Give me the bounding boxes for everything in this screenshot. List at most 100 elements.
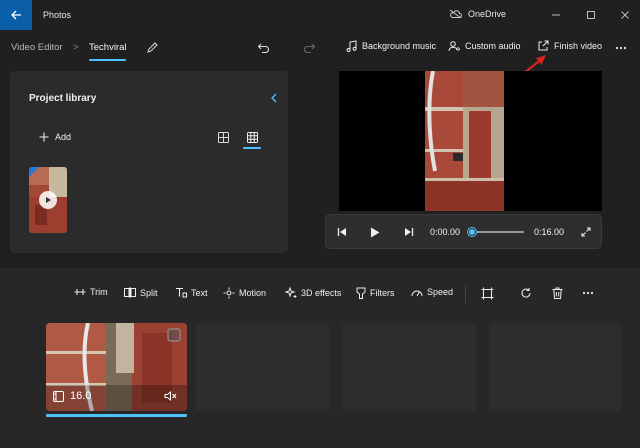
motion-label: Motion <box>239 288 267 298</box>
finish-video-button[interactable]: Finish video <box>537 40 602 52</box>
motion-icon <box>223 287 235 299</box>
current-time: 0:00.00 <box>430 227 461 237</box>
more-horizontal-icon <box>582 291 594 295</box>
custom-audio-button[interactable]: Custom audio <box>448 40 521 52</box>
previous-frame-button[interactable] <box>335 225 349 239</box>
video-frame <box>425 71 504 211</box>
grid-large-icon <box>217 131 229 143</box>
large-grid-view-button[interactable] <box>216 130 230 144</box>
rename-button[interactable] <box>144 40 160 56</box>
motion-button[interactable]: Motion <box>223 287 266 299</box>
speed-label: Speed <box>427 287 454 297</box>
more-options-button[interactable] <box>612 40 630 56</box>
trash-icon <box>552 287 562 299</box>
fullscreen-button[interactable] <box>579 225 593 239</box>
maximize-button[interactable] <box>576 0 606 30</box>
sparkle-icon <box>285 287 297 298</box>
rotate-button[interactable] <box>518 285 534 301</box>
storyboard-clip[interactable]: 16.0 <box>46 323 187 411</box>
video-frame-image <box>425 71 504 211</box>
undo-icon <box>257 43 269 54</box>
video-preview[interactable] <box>339 71 602 211</box>
3d-effects-button[interactable]: 3D effects <box>285 287 341 299</box>
more-horizontal-icon <box>615 46 627 50</box>
skip-back-icon <box>337 228 346 236</box>
storyboard-area: Trim Split Text Motion 3D effects Filter… <box>0 268 640 448</box>
breadcrumb-video-editor[interactable]: Video Editor <box>11 42 63 53</box>
split-button[interactable]: Split <box>124 287 158 298</box>
trim-icon <box>74 289 86 295</box>
empty-clip-slot[interactable] <box>342 323 476 411</box>
close-icon <box>621 11 629 19</box>
clip-duration: 16.0 <box>53 390 91 402</box>
custom-audio-label: Custom audio <box>465 41 521 51</box>
onedrive-label: OneDrive <box>468 9 507 19</box>
total-time: 0:16.00 <box>534 227 565 237</box>
film-icon <box>53 390 64 402</box>
seek-slider[interactable] <box>468 228 524 236</box>
project-library-panel: Project library Add <box>10 71 288 253</box>
grid-small-icon <box>246 131 258 143</box>
add-label: Add <box>55 132 72 142</box>
text-button[interactable]: Text <box>175 287 208 298</box>
music-note-icon <box>346 40 357 52</box>
storyboard-more-button[interactable] <box>579 285 597 301</box>
back-button[interactable] <box>0 0 32 30</box>
finish-video-label: Finish video <box>554 41 603 51</box>
text-label: Text <box>191 287 208 298</box>
minimize-button[interactable] <box>541 0 571 30</box>
filters-button[interactable]: Filters <box>356 287 395 299</box>
split-label: Split <box>140 287 158 298</box>
redo-icon <box>303 43 315 54</box>
chevron-left-icon <box>271 93 277 103</box>
filter-icon <box>356 287 366 299</box>
delete-button[interactable] <box>549 285 565 301</box>
expand-icon <box>581 227 591 237</box>
library-media-thumbnail[interactable] <box>29 167 67 233</box>
trim-label: Trim <box>90 287 108 297</box>
minimize-icon <box>552 14 560 16</box>
play-icon <box>371 227 380 237</box>
speedometer-icon <box>411 290 423 297</box>
project-library-title: Project library <box>29 93 97 104</box>
skip-forward-icon <box>405 228 414 236</box>
text-icon <box>176 287 187 298</box>
onedrive-status[interactable]: OneDrive <box>449 9 506 19</box>
small-grid-view-button[interactable] <box>245 130 259 144</box>
next-frame-button[interactable] <box>402 225 416 239</box>
cloud-off-icon <box>449 9 462 19</box>
rotate-icon <box>521 288 531 298</box>
empty-clip-slot[interactable] <box>489 323 622 411</box>
toolbar-divider <box>465 285 466 303</box>
speed-button[interactable]: Speed <box>411 287 453 297</box>
arrow-left-icon <box>11 10 21 20</box>
split-icon <box>124 287 136 298</box>
speaker-muted-icon <box>164 391 177 401</box>
seek-thumb[interactable] <box>468 228 476 236</box>
close-button[interactable] <box>610 0 640 30</box>
undo-button[interactable] <box>255 40 271 56</box>
plus-icon <box>39 132 49 142</box>
collapse-library-button[interactable] <box>267 91 281 105</box>
play-button[interactable] <box>368 225 382 239</box>
seek-track <box>472 231 524 233</box>
empty-clip-slot[interactable] <box>196 323 330 411</box>
crop-frame-icon <box>481 287 493 299</box>
3d-effects-label: 3D effects <box>301 288 342 298</box>
clip-duration-label: 16.0 <box>70 390 92 402</box>
app-title: Photos <box>43 10 72 20</box>
person-audio-icon <box>448 41 460 52</box>
clip-mute-button[interactable] <box>164 391 177 401</box>
play-overlay-icon <box>39 191 57 209</box>
add-media-button[interactable]: Add <box>39 132 71 142</box>
crop-resize-button[interactable] <box>479 285 495 301</box>
project-name[interactable]: Techviral <box>89 42 127 53</box>
share-export-icon <box>538 40 549 51</box>
project-name-underline <box>89 59 126 61</box>
view-selected-indicator <box>243 147 261 149</box>
background-music-button[interactable]: Background music <box>346 40 436 52</box>
redo-button[interactable] <box>301 40 317 56</box>
maximize-icon <box>587 11 595 19</box>
trim-button[interactable]: Trim <box>74 287 108 297</box>
pencil-icon <box>147 42 158 53</box>
